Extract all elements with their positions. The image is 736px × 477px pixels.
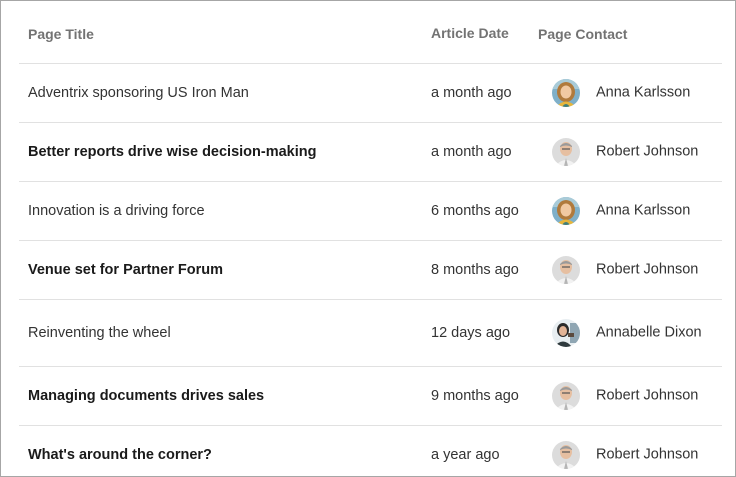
contact-name: Anna Karlsson — [596, 84, 691, 101]
page-contact[interactable]: Robert Johnson — [552, 435, 720, 475]
page-contact[interactable]: Robert Johnson — [552, 376, 720, 416]
contact-name: Robert Johnson — [596, 261, 699, 278]
page-title-link[interactable]: Better reports drive wise decision-makin… — [28, 144, 316, 160]
avatar — [552, 319, 580, 347]
table-row: Innovation is a driving force 6 months a… — [19, 182, 722, 241]
table-row: Managing documents drives sales 9 months… — [19, 367, 722, 426]
page-contact[interactable]: Anna Karlsson — [552, 73, 720, 113]
table-row: Reinventing the wheel 12 days ago Annabe… — [19, 300, 722, 367]
column-header-article-date[interactable]: Article Date — [431, 25, 509, 41]
table-row: Better reports drive wise decision-makin… — [19, 123, 722, 182]
column-header-page-title[interactable]: Page Title — [28, 26, 94, 42]
page-title-link[interactable]: Adventrix sponsoring US Iron Man — [28, 85, 249, 101]
page-title-link[interactable]: Venue set for Partner Forum — [28, 262, 223, 278]
table-row: Adventrix sponsoring US Iron Man a month… — [19, 64, 722, 123]
contact-name: Annabelle Dixon — [596, 324, 702, 341]
page-title-link[interactable]: Reinventing the wheel — [28, 325, 171, 341]
article-date: 12 days ago — [431, 325, 511, 341]
avatar — [552, 441, 580, 469]
page-contact[interactable]: Robert Johnson — [552, 250, 720, 290]
page-contact[interactable]: Robert Johnson — [552, 132, 720, 172]
contact-name: Anna Karlsson — [596, 202, 691, 219]
article-date: 9 months ago — [431, 388, 519, 404]
page-contact[interactable]: Annabelle Dixon — [552, 313, 720, 353]
avatar — [552, 256, 580, 284]
avatar — [552, 197, 580, 225]
article-date: 6 months ago — [431, 203, 519, 219]
page-contact[interactable]: Anna Karlsson — [552, 191, 720, 231]
table-row: Venue set for Partner Forum 8 months ago… — [19, 241, 722, 300]
article-date: a month ago — [431, 85, 512, 101]
news-table: Page Title Article Date Page Contact Adv… — [19, 1, 722, 476]
article-date: 8 months ago — [431, 262, 519, 278]
table-header: Page Title Article Date Page Contact — [19, 1, 722, 64]
page-title-link[interactable]: What's around the corner? — [28, 447, 212, 463]
news-list-webpart: Page Title Article Date Page Contact Adv… — [0, 0, 736, 477]
avatar — [552, 138, 580, 166]
table-row: What's around the corner? a year ago Rob… — [19, 426, 722, 476]
article-date: a month ago — [431, 144, 512, 160]
page-title-link[interactable]: Managing documents drives sales — [28, 388, 264, 404]
article-date: a year ago — [431, 447, 500, 463]
avatar — [552, 382, 580, 410]
column-header-page-contact[interactable]: Page Contact — [538, 26, 627, 42]
contact-name: Robert Johnson — [596, 446, 699, 463]
page-title-link[interactable]: Innovation is a driving force — [28, 203, 205, 219]
contact-name: Robert Johnson — [596, 143, 699, 160]
contact-name: Robert Johnson — [596, 387, 699, 404]
avatar — [552, 79, 580, 107]
